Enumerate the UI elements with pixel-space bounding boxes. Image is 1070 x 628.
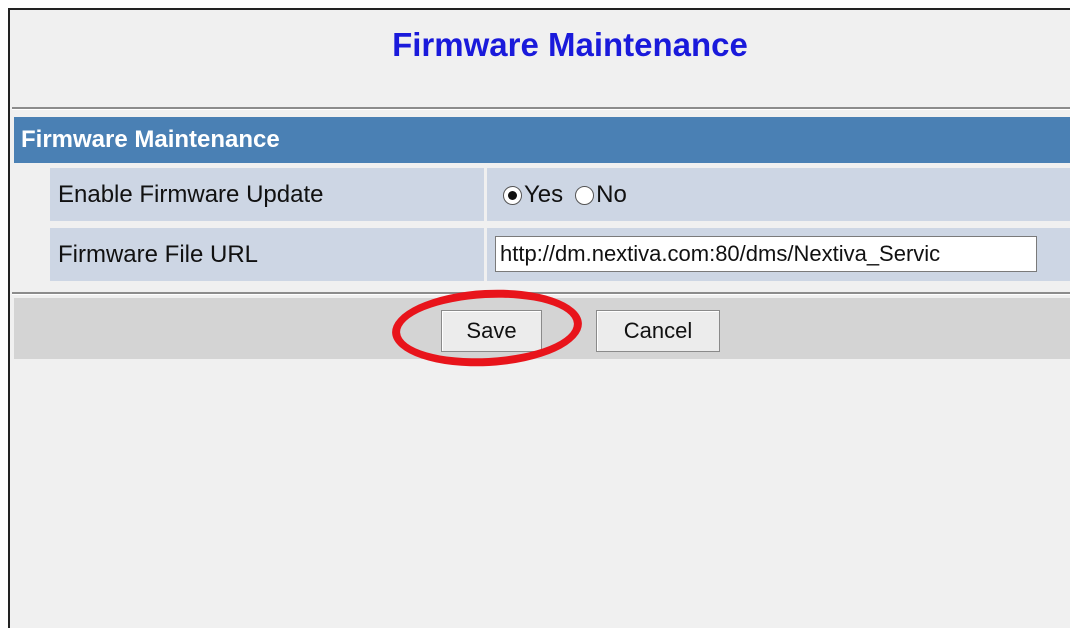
radio-no[interactable] (575, 185, 595, 205)
enable-firmware-update-label: Enable Firmware Update (50, 168, 484, 221)
firmware-file-url-label: Firmware File URL (50, 228, 484, 281)
save-button[interactable]: Save (441, 310, 542, 352)
enable-firmware-update-value: Yes No (487, 168, 1070, 221)
bottom-divider (12, 292, 1070, 295)
firmware-update-radio-group: Yes No (503, 180, 639, 210)
button-bar: Save Cancel (14, 298, 1070, 359)
firmware-url-input[interactable] (495, 236, 1037, 272)
radio-yes[interactable] (503, 185, 522, 205)
radio-no-label[interactable]: No (596, 181, 627, 209)
enable-firmware-update-row: Enable Firmware Update Yes No (50, 168, 1070, 221)
page-title: Firmware Maintenance (392, 26, 748, 63)
firmware-file-url-value (487, 228, 1070, 281)
radio-yes-label[interactable]: Yes (524, 181, 563, 209)
firmware-file-url-row: Firmware File URL (50, 228, 1070, 281)
section-header: Firmware Maintenance (14, 117, 1070, 163)
cancel-button[interactable]: Cancel (596, 310, 720, 352)
top-divider (12, 107, 1070, 110)
